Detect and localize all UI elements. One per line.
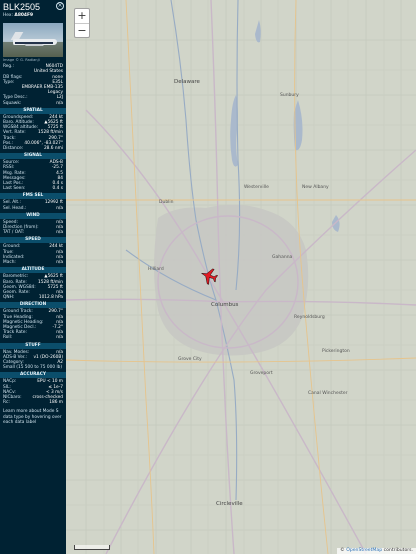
- section-title[interactable]: ALTITUDE: [0, 267, 66, 274]
- photo-jet-wing: [24, 44, 44, 46]
- data-value: 1012.8 hPa: [38, 295, 63, 301]
- place-label: Dublin: [159, 199, 174, 205]
- scale-bar: [74, 545, 110, 550]
- place-label: Westerville: [244, 184, 269, 190]
- section-title[interactable]: STUFF: [0, 342, 66, 349]
- data-value: 28.6 nmi: [43, 146, 63, 152]
- place-label: Grove City: [178, 356, 202, 362]
- data-row: Sel. Head.: n/a: [3, 206, 63, 211]
- section-rows: Source: ADS-B RSSI: -25.7 Msg. Rate: 4.5 Messa…: [0, 160, 66, 191]
- section-title[interactable]: SIGNAL: [0, 153, 66, 160]
- urban-area: [154, 204, 309, 356]
- info-sections: SPATIAL Groundspeed: 244 kt Baro. Altitude:…: [0, 107, 66, 406]
- attribution-suffix: contributors.: [382, 548, 413, 553]
- aircraft-photo[interactable]: [3, 23, 63, 57]
- data-label[interactable]: Small (15 500 to 75 000 lb): [3, 365, 62, 370]
- data-label[interactable]: Sel. Head.:: [3, 206, 26, 211]
- section-rows: Sel. Alt.: 12992 ft Sel. Head.: n/a: [0, 200, 66, 210]
- place-label: Pickerington: [322, 348, 350, 354]
- basic-info: Reg.: N604TD United States DB flags: none Typ…: [0, 64, 66, 106]
- place-label: Delaware: [174, 79, 201, 85]
- place-label: Columbus: [211, 302, 239, 308]
- data-value: n/a: [56, 230, 63, 236]
- section-rows: Nav. Modes: n/a ADS-B Ver.: v1 (DO-260B) Cat…: [0, 350, 66, 371]
- help-note: Learn more about Mode S data type by hov…: [3, 409, 62, 426]
- section-title[interactable]: SPEED: [0, 237, 66, 244]
- data-value: n/a: [56, 205, 63, 211]
- info-label[interactable]: Type:: [3, 80, 14, 85]
- section-rows: Speed: n/a Direction (from): n/a TAT / OAT: n…: [0, 220, 66, 236]
- data-label[interactable]: Mach:: [3, 260, 16, 265]
- zoom-in-button[interactable]: +: [75, 9, 89, 23]
- zoom-out-button[interactable]: −: [75, 23, 89, 37]
- info-label[interactable]: Reg.:: [3, 64, 14, 69]
- place-label: Groveport: [250, 370, 273, 376]
- section-title[interactable]: DIRECTION: [0, 302, 66, 309]
- hex-line: Hex: A804F9: [3, 13, 63, 18]
- data-row: Distance: 28.6 nmi: [3, 146, 63, 151]
- data-row: Roll: n/a: [3, 335, 63, 340]
- section-title[interactable]: WIND: [0, 212, 66, 219]
- place-label: New Albany: [302, 184, 329, 190]
- data-label[interactable]: QNH:: [3, 295, 14, 300]
- place-label: Hilliard: [148, 266, 164, 272]
- close-icon[interactable]: ×: [56, 2, 64, 10]
- aircraft-info-panel: BLK2505 Hex: A804F9 × Image © G. Radianj…: [0, 0, 66, 554]
- section-title[interactable]: ACCURACY: [0, 372, 66, 379]
- data-label[interactable]: Roll:: [3, 335, 12, 340]
- data-row: QNH: 1012.8 hPa: [3, 295, 63, 300]
- callsign: BLK2505: [3, 2, 41, 12]
- data-value: 186 m: [49, 400, 63, 406]
- section-title[interactable]: FMS SEL: [0, 193, 66, 200]
- place-label: Canal Winchester: [308, 390, 348, 396]
- osm-link[interactable]: OpenStreetMap: [346, 548, 382, 553]
- section-rows: Ground Track: 290.7° True Heading: n/a Magne…: [0, 309, 66, 340]
- section-rows: Barometric: ▲5625 ft Baro. Rate: 1528 ft/mi…: [0, 274, 66, 300]
- map-view[interactable]: Delaware Sunbury Westerville Dublin New …: [66, 0, 416, 554]
- data-label[interactable]: Rc:: [3, 400, 10, 405]
- data-row: Last Seen: 0.4 s: [3, 186, 63, 191]
- data-row: TAT / OAT: n/a: [3, 230, 63, 235]
- info-value: n/a: [56, 100, 63, 106]
- section-title[interactable]: SPATIAL: [0, 107, 66, 114]
- data-label[interactable]: TAT / OAT:: [3, 230, 24, 235]
- info-row: Squawk: n/a: [3, 101, 63, 106]
- info-label[interactable]: Squawk:: [3, 101, 21, 106]
- map-attribution: © OpenStreetMap contributors.: [337, 548, 416, 554]
- place-label: Gahanna: [272, 254, 293, 260]
- data-label[interactable]: Distance:: [3, 146, 23, 151]
- hex-value: A804F9: [14, 13, 34, 18]
- panel-header: BLK2505 Hex: A804F9 ×: [0, 0, 66, 21]
- data-row: Mach: n/a: [3, 260, 63, 265]
- data-value: n/a: [56, 335, 63, 341]
- place-label: Sunbury: [280, 92, 299, 98]
- place-label: Circleville: [216, 501, 243, 507]
- place-label: Reynoldsburg: [294, 314, 325, 320]
- data-row: Small (15 500 to 75 000 lb): [3, 365, 63, 370]
- data-value: n/a: [56, 260, 63, 266]
- section-rows: NACp: EPU < 10 m SIL: ≤ 1e-7 NACv: < 3 m/s NIC…: [0, 379, 66, 405]
- data-value: 0.4 s: [52, 186, 63, 192]
- zoom-control: + −: [74, 8, 90, 38]
- section-rows: Ground: 244 kt True: n/a Indicated: n/a Mach: n…: [0, 244, 66, 265]
- map-canvas[interactable]: Delaware Sunbury Westerville Dublin New …: [66, 0, 416, 554]
- data-label[interactable]: Last Seen:: [3, 186, 26, 191]
- section-rows: Groundspeed: 244 kt Baro. Altitude: ▲5625 f…: [0, 115, 66, 151]
- hex-label: Hex:: [3, 13, 14, 18]
